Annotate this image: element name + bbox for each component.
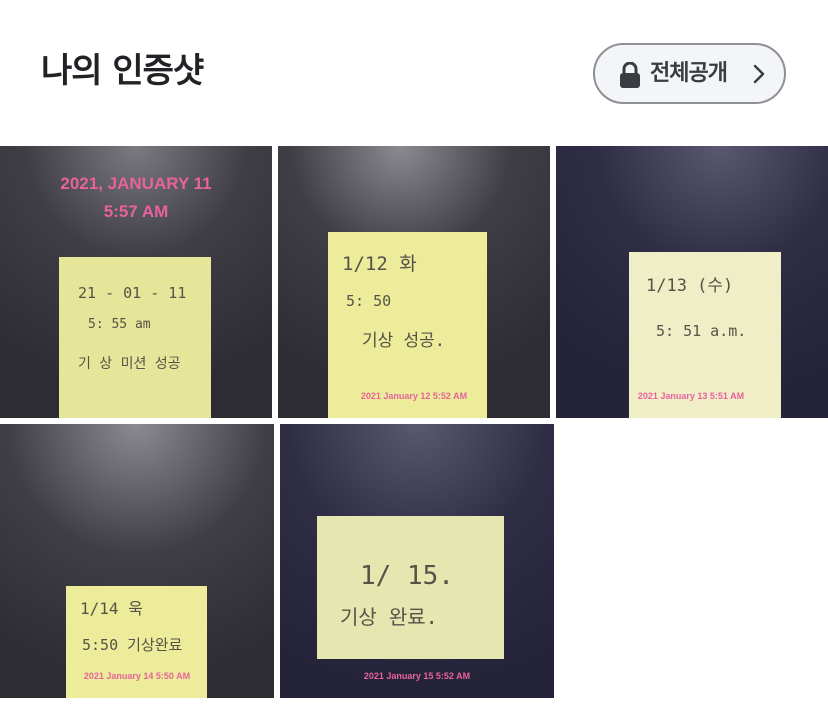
proof-photo-1[interactable]: 2021, JANUARY 11 5:57 AM 21 - 01 - 11 5:… <box>0 146 272 418</box>
photo-stamp-date: 2021, JANUARY 11 <box>60 174 211 193</box>
visibility-button[interactable]: 전체공개 <box>593 43 786 104</box>
proof-photo-4[interactable]: 1/14 욱 5:50 기상완료 2021 January 14 5:50 AM <box>0 424 274 698</box>
proof-photo-5[interactable]: 1/ 15. 기상 완료. 2021 January 15 5:52 AM <box>280 424 554 698</box>
note-line-1: 1/12 화 <box>342 253 417 275</box>
note-line-1: 1/13 (수) <box>646 276 733 296</box>
note-line-1: 1/14 욱 <box>80 599 143 618</box>
note-line-1: 21 - 01 - 11 <box>78 284 186 302</box>
photo-stamp: 2021 January 14 5:50 AM <box>84 671 190 681</box>
proof-photo-2[interactable]: 1/12 화 5: 50 기상 성공. 2021 January 12 5:52… <box>278 146 550 418</box>
visibility-label: 전체공개 <box>650 61 728 86</box>
note-line-2: 5: 51 a.m. <box>656 322 746 340</box>
note-line-2: 기상 완료. <box>340 605 438 629</box>
note-line-3: 기 상 미션 성공 <box>78 356 181 372</box>
photo-stamp: 2021 January 12 5:52 AM <box>361 391 467 401</box>
page-header: 나의 인증샷 전체공개 <box>0 0 828 146</box>
note-line-3: 기상 성공. <box>362 331 445 351</box>
sticky-note <box>59 257 211 418</box>
photo-stamp: 2021 January 15 5:52 AM <box>364 671 470 681</box>
lock-icon <box>620 62 640 88</box>
note-line-1: 1/ 15. <box>360 561 454 591</box>
note-line-2: 5:50 기상완료 <box>82 636 183 654</box>
note-line-2: 5: 55 am <box>88 317 151 332</box>
photo-stamp: 2021 January 13 5:51 AM <box>638 391 744 401</box>
photo-stamp-time: 5:57 AM <box>104 202 169 221</box>
note-line-2: 5: 50 <box>346 292 391 310</box>
chevron-right-icon <box>753 64 765 84</box>
proof-photo-3[interactable]: 1/13 (수) 5: 51 a.m. 2021 January 13 5:51… <box>556 146 828 418</box>
page-title: 나의 인증샷 <box>41 51 204 91</box>
